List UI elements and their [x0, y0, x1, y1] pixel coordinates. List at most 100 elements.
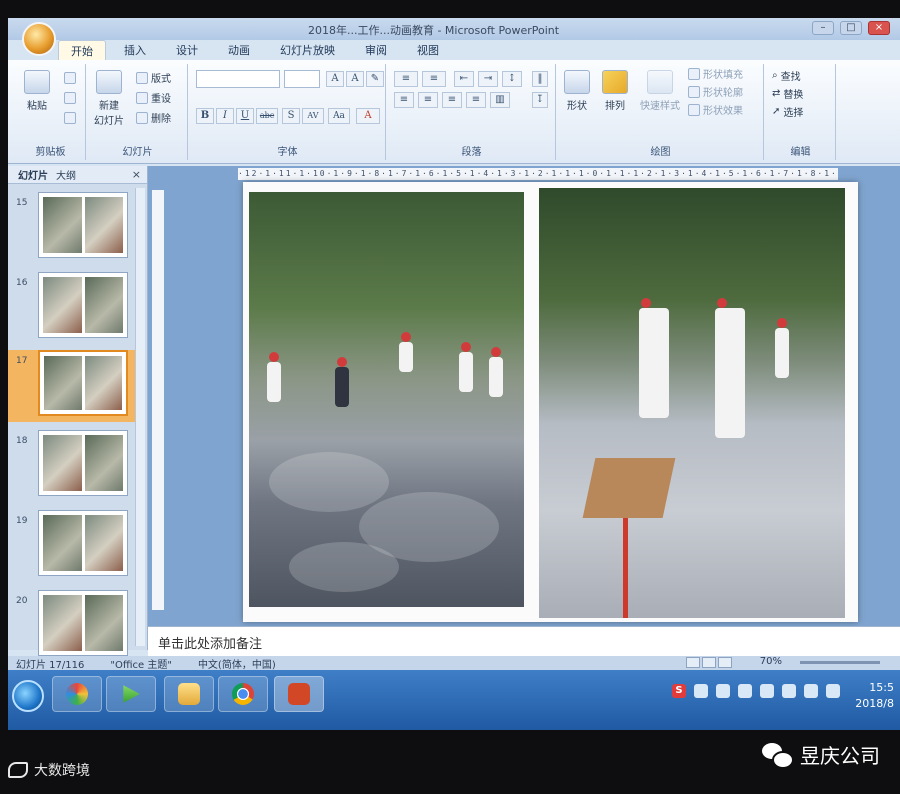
slide-thumbnail-17[interactable]: 17	[8, 350, 138, 422]
select-button[interactable]: ➚ 选择	[772, 104, 803, 119]
slideshow-view-button[interactable]	[718, 657, 732, 668]
align-text-button[interactable]: ↧	[532, 92, 548, 108]
tab-slides[interactable]: 幻灯片	[18, 167, 48, 182]
find-button[interactable]: ⌕ 查找	[772, 68, 801, 83]
arrange-button[interactable]: 排列	[602, 70, 628, 112]
worker-figure	[775, 318, 789, 378]
shrink-font-button[interactable]: A	[346, 71, 364, 87]
new-slide-button[interactable]: 新建 幻灯片	[94, 70, 124, 127]
columns-button[interactable]: ▥	[490, 92, 510, 108]
tab-design[interactable]: 设计	[164, 40, 210, 60]
align-left-button[interactable]: ≡	[394, 92, 414, 108]
ime-icon[interactable]: S	[672, 684, 686, 698]
worker-figure	[639, 298, 669, 418]
copy-icon[interactable]	[64, 92, 76, 104]
zoom-level[interactable]: 70%	[760, 656, 782, 667]
zoom-slider[interactable]	[800, 661, 880, 664]
display-icon[interactable]	[804, 684, 818, 698]
shape-effects-button[interactable]: 形状效果	[688, 102, 743, 117]
numbering-button[interactable]: ≡	[422, 71, 446, 87]
clear-format-button[interactable]: ✎	[366, 71, 384, 87]
pane-scrollbar[interactable]	[135, 188, 145, 646]
taskbar-app-1[interactable]	[52, 676, 102, 712]
tab-animations[interactable]: 动画	[216, 40, 262, 60]
sorter-view-button[interactable]	[702, 657, 716, 668]
thumbnail-frame	[38, 590, 128, 656]
align-center-button[interactable]: ≡	[418, 92, 438, 108]
notification-icon[interactable]	[738, 684, 752, 698]
char-spacing-button[interactable]: AV	[302, 108, 324, 124]
italic-button[interactable]: I	[216, 108, 234, 124]
bullets-button[interactable]: ≡	[394, 71, 418, 87]
notes-pane[interactable]: 单击此处添加备注	[148, 626, 900, 656]
shapes-button[interactable]: 形状	[564, 70, 590, 112]
volume-icon[interactable]	[826, 684, 840, 698]
network-icon[interactable]	[716, 684, 730, 698]
maximize-button[interactable]: □	[840, 21, 862, 35]
current-slide[interactable]	[243, 182, 858, 622]
street-cleaning-photo-right[interactable]	[539, 188, 845, 618]
justify-button[interactable]: ≡	[466, 92, 486, 108]
flag-icon[interactable]	[782, 684, 796, 698]
system-clock[interactable]: 15:5 2018/8	[855, 680, 894, 712]
increase-indent-button[interactable]: ⇥	[478, 71, 498, 87]
taskbar-explorer[interactable]	[164, 676, 214, 712]
slides-pane: 幻灯片 大纲 × 15 16 17 18 19 20	[8, 166, 148, 656]
shadow-button[interactable]: S	[282, 108, 300, 124]
align-right-button[interactable]: ≡	[442, 92, 462, 108]
slide-number: 17	[16, 356, 28, 366]
slide-thumbnail-19[interactable]: 19	[8, 510, 138, 582]
change-case-button[interactable]: Aa	[328, 108, 350, 124]
tab-review[interactable]: 审阅	[353, 40, 399, 60]
quick-styles-button[interactable]: 快速样式	[640, 70, 680, 112]
cardboard-sheet	[582, 458, 676, 518]
tab-home[interactable]: 开始	[58, 40, 106, 60]
layout-button[interactable]: 版式	[136, 70, 171, 85]
minimize-button[interactable]: –	[812, 21, 834, 35]
start-button[interactable]	[12, 680, 44, 712]
shape-fill-button[interactable]: 形状填充	[688, 66, 743, 81]
slide-thumbnail-16[interactable]: 16	[8, 272, 138, 344]
taskbar-powerpoint[interactable]	[274, 676, 324, 712]
help-icon[interactable]	[694, 684, 708, 698]
delete-button[interactable]: 删除	[136, 110, 171, 125]
paragraph-group: ≡ ≡ ⇤ ⇥ ↕ ‖ ≡ ≡ ≡ ≡ ▥ ↧ 段落	[388, 64, 556, 160]
strikethrough-button[interactable]: abc	[256, 108, 278, 124]
tab-outline[interactable]: 大纲	[56, 167, 76, 182]
bold-button[interactable]: B	[196, 108, 214, 124]
replace-button[interactable]: ⇄ 替换	[772, 86, 803, 101]
close-button[interactable]: ×	[868, 21, 890, 35]
slide-thumbnail-15[interactable]: 15	[8, 192, 138, 264]
paste-button[interactable]: 粘贴	[24, 70, 50, 112]
slide-thumbnail-20[interactable]: 20	[8, 590, 138, 662]
close-icon[interactable]: ×	[132, 168, 141, 181]
office-button[interactable]	[22, 22, 56, 56]
paste-icon	[24, 70, 50, 94]
format-painter-icon[interactable]	[64, 112, 76, 124]
thumbnail-photo	[44, 356, 82, 410]
security-icon[interactable]	[760, 684, 774, 698]
font-name-combo[interactable]	[196, 70, 280, 88]
street-cleaning-photo-left[interactable]	[249, 192, 524, 607]
shape-outline-button[interactable]: 形状轮廓	[688, 84, 743, 99]
tab-view[interactable]: 视图	[405, 40, 451, 60]
decrease-indent-button[interactable]: ⇤	[454, 71, 474, 87]
layout-icon	[136, 71, 148, 84]
text-direction-button[interactable]: ‖	[532, 71, 548, 87]
chrome-icon	[232, 683, 254, 705]
grow-font-button[interactable]: A	[326, 71, 344, 87]
taskbar-media-player[interactable]	[106, 676, 156, 712]
tab-insert[interactable]: 插入	[112, 40, 158, 60]
thumbnail-photo	[43, 595, 82, 651]
font-color-button[interactable]: A	[356, 108, 380, 124]
slide-thumbnail-18[interactable]: 18	[8, 430, 138, 502]
reset-button[interactable]: 重设	[136, 90, 171, 105]
tab-slideshow[interactable]: 幻灯片放映	[268, 40, 347, 60]
taskbar-chrome[interactable]	[218, 676, 268, 712]
normal-view-button[interactable]	[686, 657, 700, 668]
editing-group-label: 编辑	[790, 147, 811, 158]
line-spacing-button[interactable]: ↕	[502, 71, 522, 87]
cut-icon[interactable]	[64, 72, 76, 84]
font-size-combo[interactable]	[284, 70, 320, 88]
underline-button[interactable]: U	[236, 108, 254, 124]
